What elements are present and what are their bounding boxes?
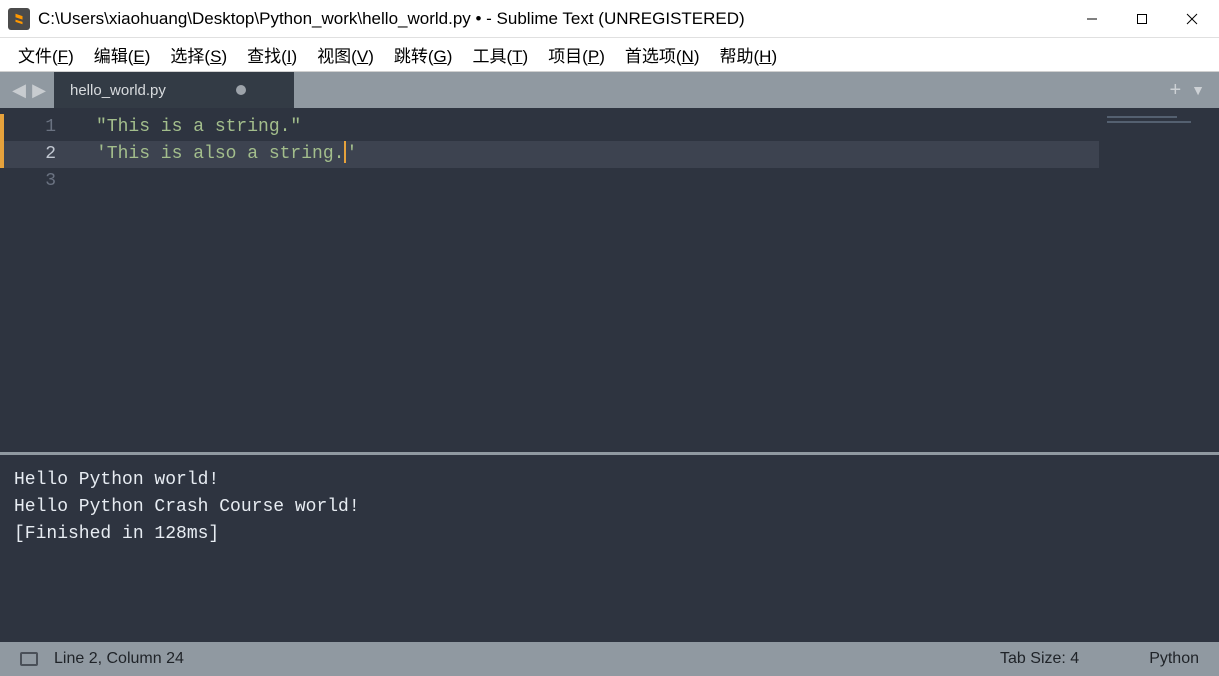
menu-help[interactable]: 帮助(H) [712, 38, 786, 71]
line-number: 1 [4, 114, 74, 141]
tab-nav-forward-icon[interactable]: ▶ [30, 80, 48, 101]
code-line[interactable]: 'This is also a string.' [74, 141, 1099, 168]
tabstrip: ◀ ▶ hello_world.py + ▼ [0, 72, 1219, 108]
line-number-gutter: 1 2 3 [4, 108, 74, 452]
menu-view[interactable]: 视图(V) [309, 38, 382, 71]
menu-preferences[interactable]: 首选项(N) [617, 38, 708, 71]
tab-nav-arrows: ◀ ▶ [0, 72, 54, 108]
editor[interactable]: 1 2 3 "This is a string." 'This is also … [0, 108, 1219, 452]
tab-dropdown-icon[interactable]: ▼ [1191, 82, 1205, 98]
output-line: [Finished in 128ms] [14, 524, 219, 544]
menu-edit[interactable]: 编辑(E) [86, 38, 159, 71]
output-line: Hello Python Crash Course world! [14, 497, 360, 517]
status-position[interactable]: Line 2, Column 24 [54, 650, 184, 668]
menu-file[interactable]: 文件(F) [10, 38, 82, 71]
line-number: 3 [4, 168, 74, 195]
window-title: C:\Users\xiaohuang\Desktop\Python_work\h… [38, 9, 1067, 29]
tab-nav-back-icon[interactable]: ◀ [10, 80, 28, 101]
window-controls [1067, 0, 1217, 38]
titlebar: C:\Users\xiaohuang\Desktop\Python_work\h… [0, 0, 1219, 38]
menu-find[interactable]: 查找(I) [239, 38, 305, 71]
tab-dirty-indicator-icon [236, 85, 246, 95]
text-cursor [344, 141, 346, 163]
statusbar: Line 2, Column 24 Tab Size: 4 Python [0, 642, 1219, 676]
build-output-panel[interactable]: Hello Python world! Hello Python Crash C… [0, 452, 1219, 642]
new-tab-button[interactable]: + [1169, 79, 1181, 102]
code-line[interactable] [74, 168, 1099, 195]
tab-active[interactable]: hello_world.py [54, 72, 294, 108]
menubar: 文件(F) 编辑(E) 选择(S) 查找(I) 视图(V) 跳转(G) 工具(T… [0, 38, 1219, 72]
code-content[interactable]: "This is a string." 'This is also a stri… [74, 108, 1099, 452]
status-syntax[interactable]: Python [1149, 650, 1199, 668]
tab-label: hello_world.py [70, 82, 166, 99]
line-number: 2 [4, 141, 74, 168]
editor-area: 1 2 3 "This is a string." 'This is also … [0, 108, 1219, 642]
app-icon [8, 8, 30, 30]
panel-switcher-icon[interactable] [20, 652, 38, 666]
menu-select[interactable]: 选择(S) [162, 38, 235, 71]
gutter-modification-bar [0, 108, 4, 452]
code-line[interactable]: "This is a string." [74, 114, 1099, 141]
minimize-button[interactable] [1067, 0, 1117, 38]
close-button[interactable] [1167, 0, 1217, 38]
minimap[interactable] [1099, 108, 1219, 452]
menu-project[interactable]: 项目(P) [540, 38, 613, 71]
status-tab-size[interactable]: Tab Size: 4 [1000, 650, 1079, 668]
menu-goto[interactable]: 跳转(G) [386, 38, 461, 71]
output-line: Hello Python world! [14, 470, 219, 490]
maximize-button[interactable] [1117, 0, 1167, 38]
menu-tools[interactable]: 工具(T) [464, 38, 536, 71]
